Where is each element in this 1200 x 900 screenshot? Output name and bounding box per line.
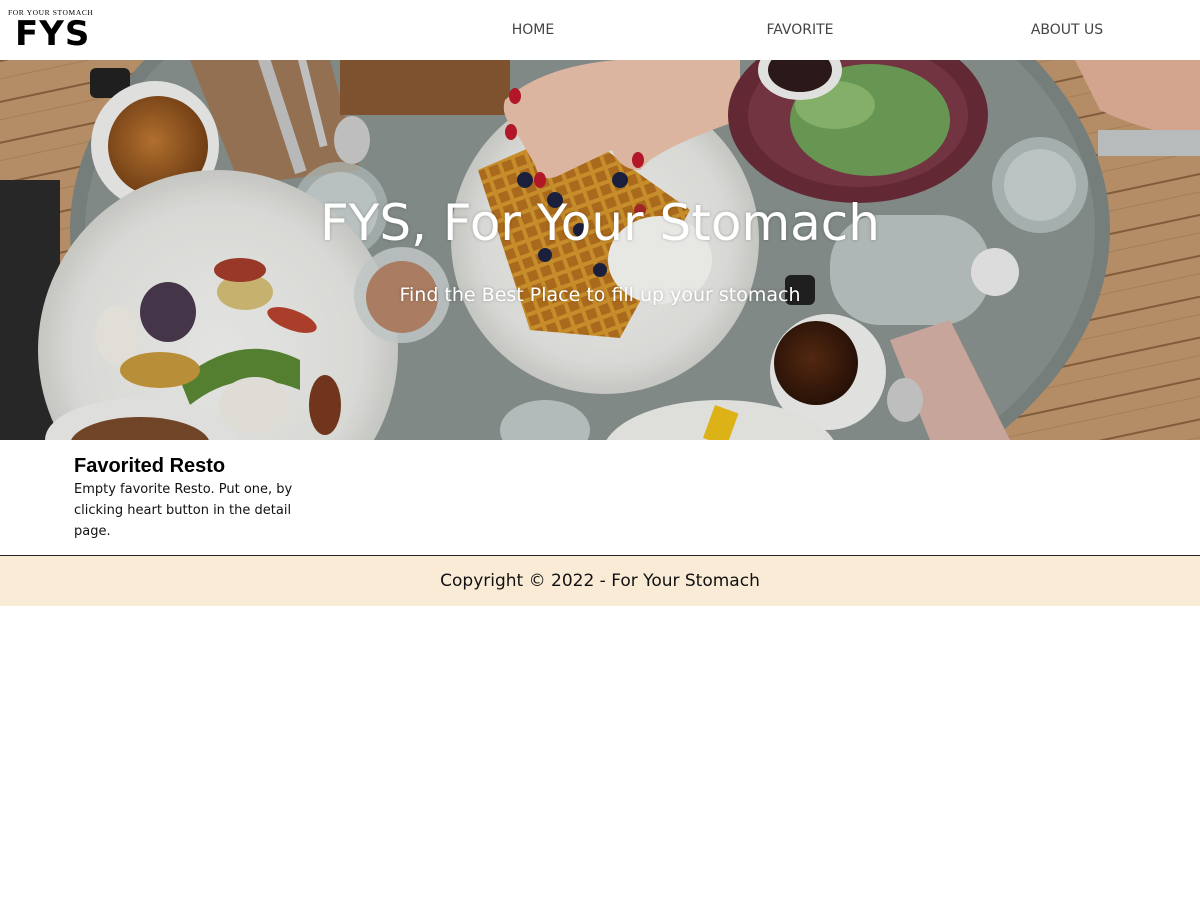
logo[interactable]: FOR YOUR STOMACH FYS xyxy=(8,8,96,54)
copyright-text: Copyright © 2022 - For Your Stomach xyxy=(440,571,760,591)
empty-favorites-message: Empty favorite Resto. Put one, by clicki… xyxy=(74,482,293,539)
nav-favorite-link[interactable]: FAVORITE xyxy=(766,0,833,60)
logo-text: FYS xyxy=(15,14,91,54)
footer: Copyright © 2022 - For Your Stomach xyxy=(0,555,1200,606)
hero-title: FYS, For Your Stomach xyxy=(320,194,880,252)
favorites-heading: Favorited Resto xyxy=(74,455,226,477)
app-bar: FOR YOUR STOMACH FYS HOME FAVORITE ABOUT… xyxy=(0,0,1200,60)
nav-about-us-link[interactable]: ABOUT US xyxy=(1031,0,1103,60)
hero-banner: FYS, For Your Stomach Find the Best Plac… xyxy=(0,60,1200,440)
nav-home-link[interactable]: HOME xyxy=(512,0,554,60)
hero-subtitle: Find the Best Place to fill up your stom… xyxy=(399,284,801,306)
main-nav: HOME FAVORITE ABOUT US xyxy=(400,0,1200,60)
